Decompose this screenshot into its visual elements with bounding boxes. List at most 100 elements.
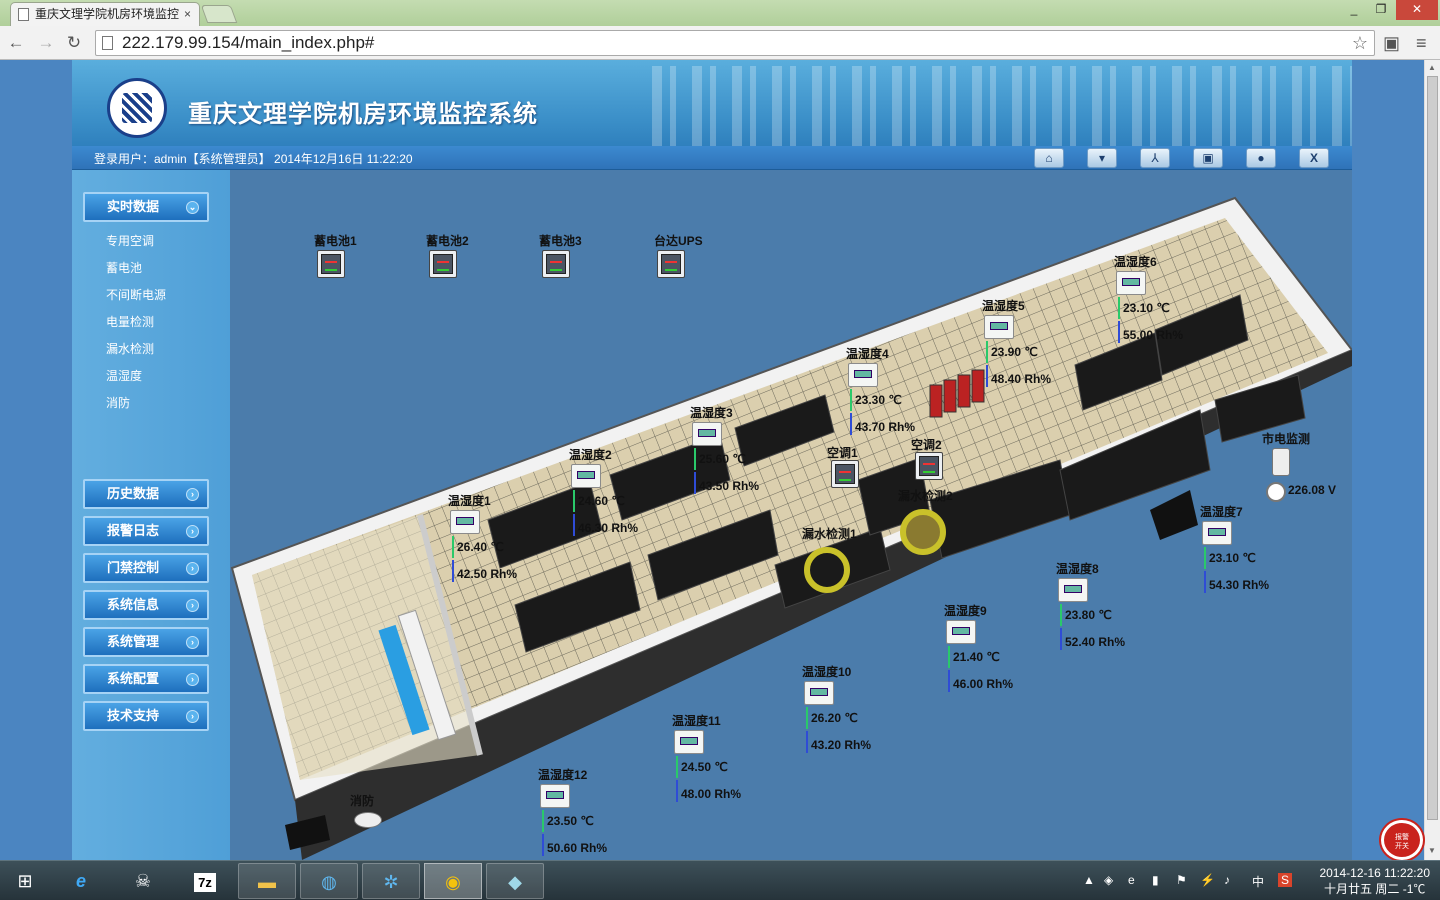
temp-value: 23.10 ℃ — [1209, 551, 1256, 565]
menu-history[interactable]: 历史数据 › — [83, 479, 209, 509]
ime-indicator[interactable]: 中 — [1252, 873, 1264, 890]
fullscreen-button[interactable]: ▣ — [1193, 148, 1223, 168]
device-label: 消防 — [350, 794, 375, 808]
skull-icon: ☠ — [134, 871, 152, 891]
chevron-right-icon: › — [186, 525, 199, 538]
system-title: 重庆文理学院机房环境监控系统 — [188, 101, 538, 128]
hum-line — [850, 413, 852, 435]
temp-line — [1060, 604, 1062, 626]
sub-item-ac[interactable]: 专用空调 — [106, 232, 154, 249]
close-window-button[interactable]: ✕ — [1396, 0, 1438, 20]
sensor-name: 温湿度10 — [802, 665, 852, 679]
volume-icon[interactable]: ♪ — [1224, 873, 1230, 887]
hum-value: 52.40 Rh% — [1065, 635, 1126, 649]
hum-value: 43.50 Rh% — [699, 479, 760, 493]
hum-value: 46.00 Rh% — [953, 677, 1014, 691]
scroll-down-icon[interactable]: ▼ — [1428, 846, 1436, 855]
tray-expand-icon[interactable]: ▲ — [1083, 873, 1095, 887]
scroll-thumb[interactable] — [1427, 76, 1438, 820]
sub-item-fire[interactable]: 消防 — [106, 394, 130, 411]
sub-item-leak[interactable]: 漏水检测 — [106, 340, 154, 357]
sub-item-temp[interactable]: 温湿度 — [106, 367, 142, 384]
back-icon[interactable]: ← — [6, 33, 26, 53]
hum-value: 42.50 Rh% — [457, 567, 518, 581]
chevron-right-icon: › — [186, 636, 199, 649]
browser-tab[interactable]: 重庆文理学院机房环境监控 × — [10, 2, 200, 26]
thermo-icon — [984, 315, 1014, 339]
menu-icon[interactable]: ≡ — [1416, 33, 1427, 54]
chevron-right-icon: › — [186, 562, 199, 575]
signal-icon[interactable]: ▮ — [1152, 873, 1159, 887]
tool-button[interactable]: ⅄ — [1140, 148, 1170, 168]
minimize-button[interactable]: _ — [1340, 0, 1368, 20]
tray-ie-icon[interactable]: e — [1128, 873, 1135, 887]
thermo-icon — [1058, 578, 1088, 602]
user-button[interactable]: ● — [1246, 148, 1276, 168]
temp-line — [542, 810, 544, 832]
notes-taskbar-button[interactable]: ◆ — [486, 863, 544, 899]
address-bar[interactable]: 222.179.99.154/main_index.php# ☆ — [95, 30, 1375, 56]
7zip-taskbar-button[interactable]: 7z — [176, 863, 234, 899]
exit-button[interactable]: X — [1299, 148, 1329, 168]
thermo-icon — [946, 620, 976, 644]
skyline-decoration — [652, 66, 1352, 146]
alarm-switch-button[interactable]: 报警 开关 — [1381, 820, 1423, 860]
monitor-app: 重庆文理学院机房环境监控系统 登录用户：admin【系统管理员】 2014年12… — [72, 60, 1352, 860]
sub-item-battery[interactable]: 蓄电池 — [106, 259, 142, 276]
menu-alarm-log[interactable]: 报警日志 › — [83, 516, 209, 546]
power-icon[interactable]: ⚡ — [1200, 873, 1215, 887]
menu-system-manage[interactable]: 系统管理 › — [83, 627, 209, 657]
device-label: 蓄电池2 — [426, 234, 469, 248]
sub-item-ups[interactable]: 不间断电源 — [106, 286, 166, 303]
menu-tech-support[interactable]: 技术支持 › — [83, 701, 209, 731]
start-button[interactable]: ⊞ — [0, 863, 50, 899]
7zip-icon: 7z — [194, 873, 216, 892]
menu-system-config[interactable]: 系统配置 › — [83, 664, 209, 694]
menu-realtime[interactable]: 实时数据 ⌄ — [83, 192, 209, 222]
browser-toolbar: ← → ↻ 222.179.99.154/main_index.php# ☆ ▣… — [0, 26, 1440, 60]
menu-label: 技术支持 — [107, 708, 160, 723]
ie-taskbar-button[interactable]: e — [52, 863, 110, 899]
temp-value: 26.20 ℃ — [811, 711, 858, 725]
sensor-name: 温湿度9 — [944, 604, 987, 618]
sub-item-power[interactable]: 电量检测 — [106, 313, 154, 330]
skin-button[interactable]: ▾ — [1087, 148, 1117, 168]
room-floorplan — [230, 196, 1352, 860]
skull-taskbar-button[interactable]: ☠ — [114, 863, 172, 899]
new-tab-button[interactable] — [200, 5, 238, 23]
explorer-taskbar-button[interactable]: ▬ — [238, 863, 296, 899]
sensor-name: 温湿度7 — [1200, 505, 1243, 519]
flag-icon[interactable]: ⚑ — [1176, 873, 1187, 887]
temp-line — [452, 536, 454, 558]
thermo-icon — [692, 422, 722, 446]
tab-title: 重庆文理学院机房环境监控 — [35, 7, 180, 21]
network-taskbar-button[interactable]: ◍ — [300, 863, 358, 899]
monitor-icon — [657, 250, 685, 278]
restore-button[interactable]: ❐ — [1368, 0, 1394, 20]
monitor-icon — [915, 452, 943, 480]
sensor-name: 温湿度1 — [448, 494, 491, 508]
device-label: 空调2 — [911, 438, 942, 452]
sogou-icon[interactable]: S — [1278, 873, 1293, 887]
bookmark-star-icon[interactable]: ☆ — [1352, 31, 1368, 55]
scroll-up-icon[interactable]: ▲ — [1428, 63, 1436, 72]
app-taskbar-button[interactable]: ✲ — [362, 863, 420, 899]
vertical-scrollbar[interactable]: ▲ ▼ — [1424, 60, 1440, 860]
leak-sensor-icon — [900, 509, 946, 555]
hum-value: 43.70 Rh% — [855, 420, 916, 434]
reload-icon[interactable]: ↻ — [64, 33, 84, 53]
chrome-taskbar-button[interactable]: ◉ — [424, 863, 482, 899]
menu-system-info[interactable]: 系统信息 › — [83, 590, 209, 620]
taskbar-clock[interactable]: 2014-12-16 11:22:20 十月廿五 周二 -1℃ — [1319, 865, 1430, 897]
temp-line — [694, 448, 696, 470]
device-label: 市电监测 — [1262, 432, 1311, 446]
extension-icon[interactable]: ▣ — [1383, 33, 1400, 54]
hum-value: 54.30 Rh% — [1209, 578, 1270, 592]
menu-label: 门禁控制 — [107, 560, 160, 575]
forward-icon[interactable]: → — [36, 33, 56, 53]
tab-close-icon[interactable]: × — [184, 3, 191, 25]
menu-access-control[interactable]: 门禁控制 › — [83, 553, 209, 583]
tray-app-icon[interactable]: ◈ — [1104, 873, 1113, 887]
home-button[interactable]: ⌂ — [1034, 148, 1064, 168]
monitor-icon — [831, 460, 859, 488]
